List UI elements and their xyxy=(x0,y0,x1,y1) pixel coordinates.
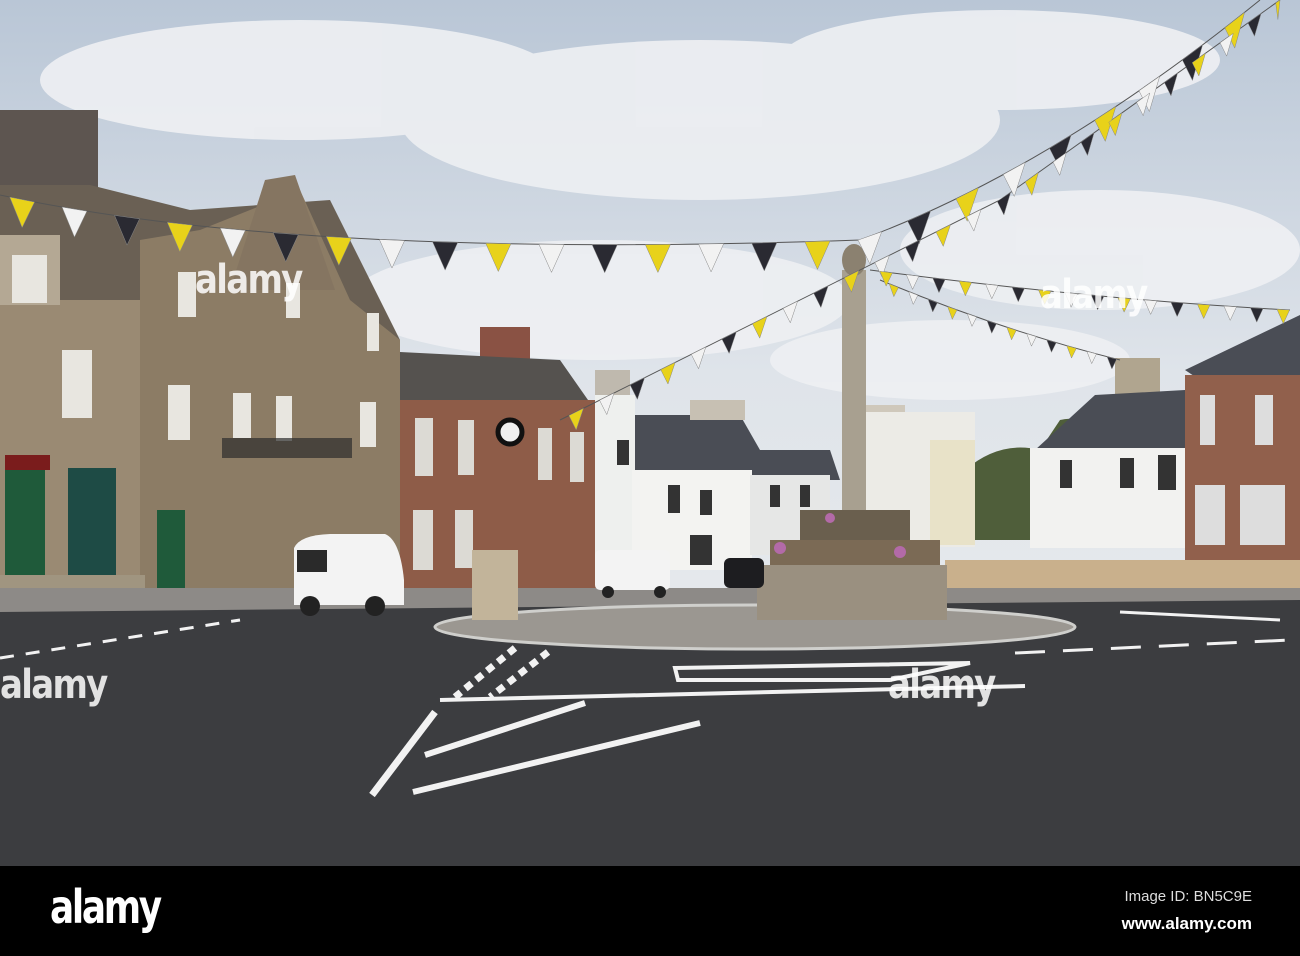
photo: alamy alamy alamy alamy alamy Image ID: … xyxy=(0,0,1300,956)
watermark: alamy xyxy=(195,257,303,303)
clock-icon xyxy=(495,417,525,447)
website-link[interactable]: www.alamy.com xyxy=(1122,914,1252,934)
footer-bar: alamy Image ID: BN5C9E www.alamy.com xyxy=(0,866,1300,956)
alamy-logo: alamy xyxy=(50,880,162,934)
watermark: alamy xyxy=(1040,272,1148,318)
street-scene xyxy=(0,0,1300,866)
watermark: alamy xyxy=(0,662,108,708)
watermark: alamy xyxy=(888,662,996,708)
bollard-plinth xyxy=(472,550,518,620)
white-van xyxy=(294,534,404,616)
black-car xyxy=(724,558,764,588)
roundabout-island xyxy=(433,603,1077,651)
image-id: Image ID: BN5C9E xyxy=(1124,888,1252,905)
